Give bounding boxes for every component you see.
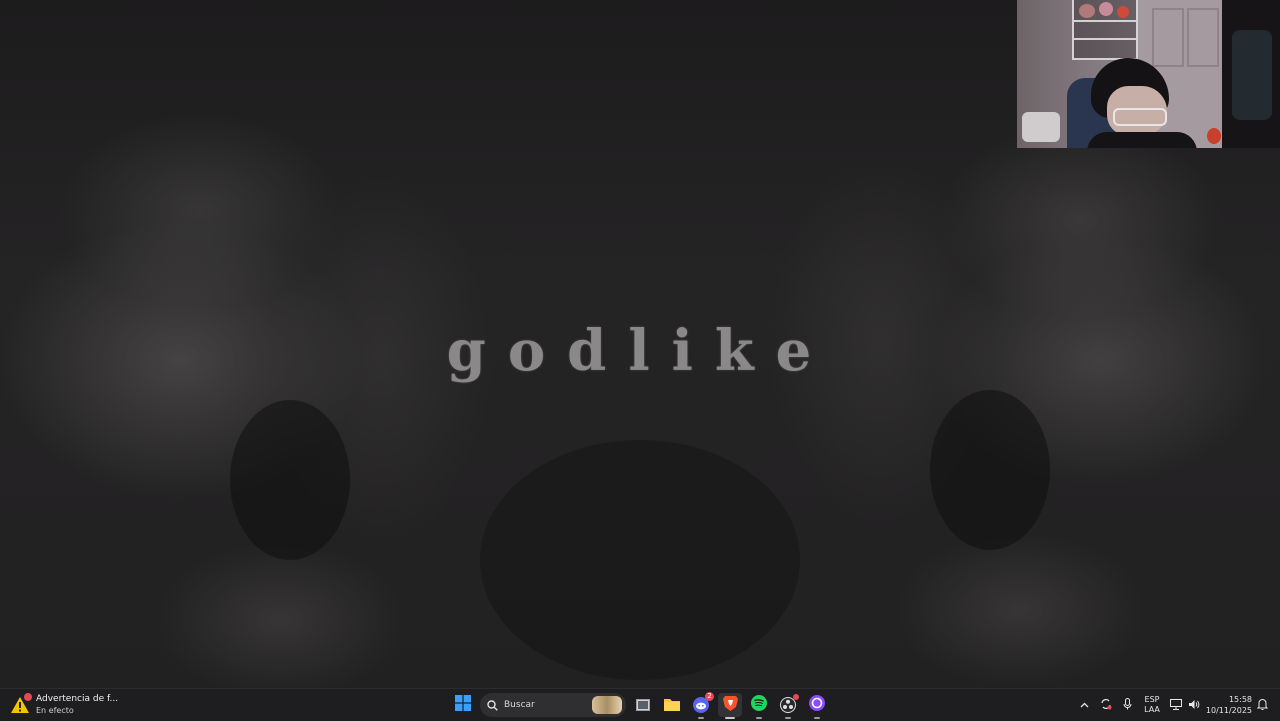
webcam-shelf-item [1117,6,1129,18]
task-view-button[interactable] [631,693,655,717]
wallpaper-shape [230,400,350,560]
running-indicator [785,717,791,719]
spotify-button[interactable] [747,693,771,719]
quick-settings-button[interactable] [1168,693,1202,717]
discord-icon: 2 [693,692,714,713]
brave-icon [722,695,738,715]
sync-icon [1100,698,1112,712]
running-indicator [814,717,820,719]
search-placeholder: Buscar [504,700,535,710]
taskbar-search[interactable]: Buscar [480,693,626,717]
wallpaper-shape [930,390,1050,550]
webcam-clothes [1232,30,1272,120]
notification-center-button[interactable] [1254,693,1270,717]
clock-date: 10/11/2025 [1205,706,1252,715]
chevron-up-icon [1080,701,1089,710]
network-icon [1170,698,1182,712]
purple-app-button[interactable] [805,693,829,719]
webcam-shelf-line [1072,38,1136,40]
search-highlight-image [592,696,622,714]
taskbar: Advertencia de f... En efecto Buscar 2 E… [0,688,1280,721]
volume-icon [1188,699,1200,712]
clock-time: 15:58 [1228,695,1252,704]
running-indicator [698,717,704,719]
warning-subtitle: En efecto [36,706,74,715]
sync-tray-button[interactable] [1097,693,1115,717]
task-view-icon [636,696,650,715]
obs-button[interactable] [776,693,800,719]
webcam-shelf-item [1079,4,1095,18]
clock[interactable]: 15:58 10/11/2025 [1204,693,1252,717]
webcam-shelf-line [1072,20,1136,22]
webcam-person-glasses [1113,108,1167,126]
wallpaper-title: godlike [446,318,834,384]
weather-warning-widget[interactable]: Advertencia de f... En efecto [10,691,120,719]
webcam-door-panel [1187,8,1219,67]
brave-button[interactable] [718,693,742,719]
running-indicator [725,717,735,719]
recording-indicator [793,694,799,700]
webcam-shelf-item [1099,2,1113,16]
language-code: ESP [1144,695,1160,704]
windows-icon [455,695,471,715]
search-icon [487,699,498,711]
start-button[interactable] [451,693,475,717]
circle-app-icon [809,695,825,715]
warning-title: Advertencia de f... [36,694,119,704]
file-explorer-button[interactable] [660,693,684,717]
discord-button[interactable]: 2 [689,692,714,719]
warning-badge [24,693,32,701]
webcam-overlay [1017,0,1280,148]
show-hidden-icons-button[interactable] [1076,693,1092,717]
microphone-tray-button[interactable] [1119,693,1135,717]
microphone-icon [1123,698,1132,712]
webcam-red-object [1207,128,1221,144]
wallpaper-shape [480,440,800,680]
obs-icon [780,694,799,713]
webcam-pillow [1022,112,1060,142]
discord-badge: 2 [705,692,714,701]
spotify-icon [751,695,767,715]
notification-bell-icon [1256,698,1268,712]
warning-icon [10,693,32,715]
folder-icon [664,696,680,715]
webcam-person-shirt [1087,132,1197,148]
language-indicator[interactable]: ESP LAA [1140,693,1164,717]
running-indicator [756,717,762,719]
keyboard-layout: LAA [1144,705,1160,714]
webcam-door-panel [1152,8,1184,67]
